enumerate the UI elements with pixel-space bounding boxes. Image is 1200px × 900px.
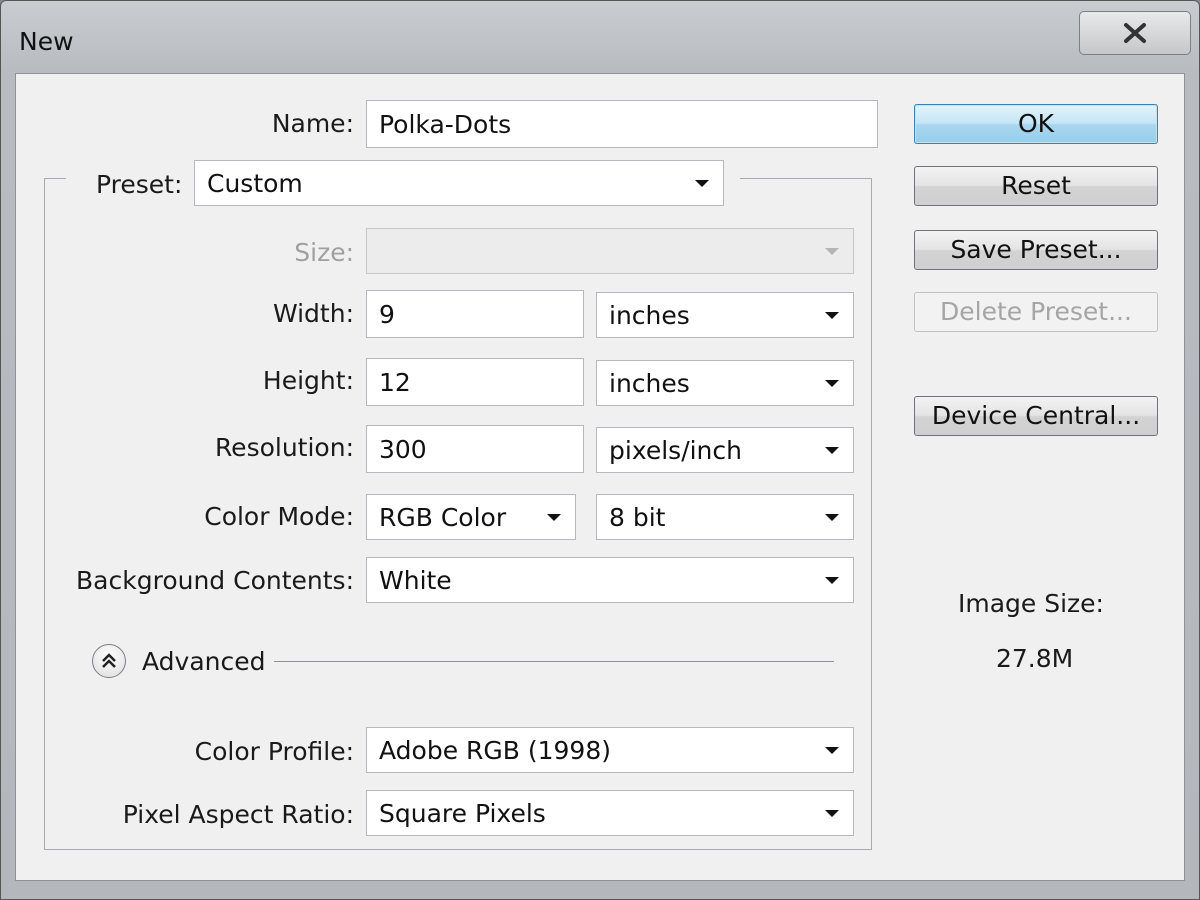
group-border-left: [44, 178, 66, 179]
group-border-right: [740, 178, 872, 179]
advanced-label: Advanced: [142, 647, 266, 676]
chevron-down-icon: [825, 447, 839, 454]
width-unit-select[interactable]: inches: [596, 292, 854, 338]
color-mode-value: RGB Color: [379, 502, 507, 532]
pixel-aspect-ratio-select[interactable]: Square Pixels: [366, 790, 854, 836]
advanced-toggle-button[interactable]: [92, 644, 126, 678]
color-mode-select[interactable]: RGB Color: [366, 494, 576, 540]
title-bar[interactable]: New: [1, 1, 1199, 73]
chevron-down-icon: [547, 514, 561, 521]
name-label: Name:: [271, 109, 354, 138]
size-label: Size:: [294, 238, 354, 267]
resolution-unit-select[interactable]: pixels/inch: [596, 427, 854, 473]
close-x-icon: [1124, 23, 1146, 43]
background-contents-label: Background Contents:: [76, 566, 354, 595]
ok-button[interactable]: OK: [914, 104, 1158, 144]
bit-depth-select[interactable]: 8 bit: [596, 494, 854, 540]
chevron-down-icon: [825, 514, 839, 521]
chevron-down-icon: [825, 810, 839, 817]
color-profile-select[interactable]: Adobe RGB (1998): [366, 727, 854, 773]
height-unit-value: inches: [609, 368, 690, 398]
close-button[interactable]: [1079, 11, 1191, 55]
width-input[interactable]: 9: [366, 290, 584, 338]
image-size-label: Image Size:: [958, 589, 1104, 618]
pixel-aspect-ratio-value: Square Pixels: [379, 798, 546, 828]
chevron-down-icon: [825, 747, 839, 754]
chevron-down-icon: [825, 248, 839, 255]
new-document-dialog: New Name: Polka-Dots Preset: Custom Size…: [0, 0, 1200, 900]
chevron-double-up-icon: [102, 653, 116, 668]
image-size-value: 27.8M: [996, 644, 1074, 673]
advanced-divider: [274, 661, 834, 662]
width-unit-value: inches: [609, 300, 690, 330]
chevron-down-icon: [825, 380, 839, 387]
chevron-down-icon: [825, 577, 839, 584]
preset-select[interactable]: Custom: [194, 160, 724, 206]
height-label: Height:: [262, 366, 354, 395]
height-input[interactable]: 12: [366, 358, 584, 406]
dialog-body: Name: Polka-Dots Preset: Custom Size: Wi…: [15, 73, 1185, 881]
color-profile-value: Adobe RGB (1998): [379, 735, 611, 765]
chevron-down-icon: [825, 312, 839, 319]
delete-preset-button[interactable]: Delete Preset...: [914, 292, 1158, 332]
preset-label: Preset:: [96, 170, 183, 199]
preset-value: Custom: [207, 168, 303, 198]
resolution-label: Resolution:: [214, 433, 354, 462]
background-contents-value: White: [379, 565, 452, 595]
name-input[interactable]: Polka-Dots: [366, 100, 878, 148]
color-profile-label: Color Profile:: [194, 737, 354, 766]
color-mode-label: Color Mode:: [204, 502, 354, 531]
bit-depth-value: 8 bit: [609, 502, 666, 532]
resolution-unit-value: pixels/inch: [609, 435, 742, 465]
background-contents-select[interactable]: White: [366, 557, 854, 603]
size-select[interactable]: [366, 228, 854, 274]
pixel-aspect-ratio-label: Pixel Aspect Ratio:: [122, 800, 354, 829]
window-title: New: [19, 27, 74, 56]
chevron-down-icon: [695, 180, 709, 187]
save-preset-button[interactable]: Save Preset...: [914, 230, 1158, 270]
device-central-button[interactable]: Device Central...: [914, 396, 1158, 436]
resolution-input[interactable]: 300: [366, 425, 584, 473]
height-unit-select[interactable]: inches: [596, 360, 854, 406]
reset-button[interactable]: Reset: [914, 166, 1158, 206]
width-label: Width:: [272, 299, 354, 328]
